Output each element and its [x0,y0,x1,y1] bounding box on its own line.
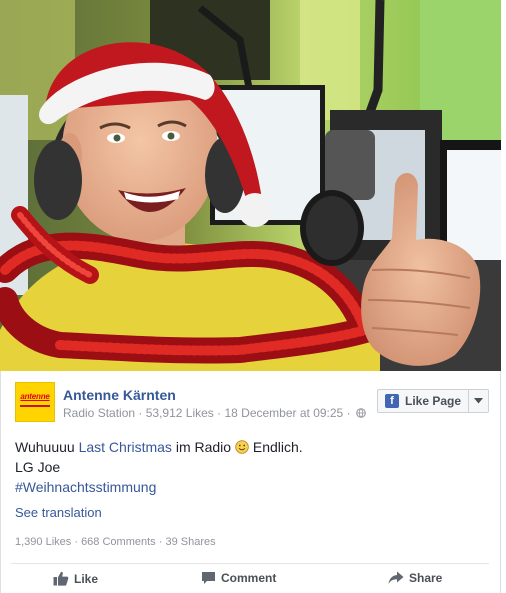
like-button[interactable]: Like [53,571,98,586]
share-arrow-icon [388,571,404,584]
hashtag-link[interactable]: #Weihnachtsstimmung [15,477,303,497]
divider [11,563,489,564]
shares-count[interactable]: 39 Shares [165,536,215,548]
logo-text: antenne [20,392,50,401]
text-segment: Wuhuuuu [15,439,79,455]
logo-underline [20,405,50,407]
post-timestamp[interactable]: 18 December at 09:25 [224,406,343,420]
comments-count[interactable]: 668 Comments [81,536,156,548]
text-segment: im Radio [171,439,235,455]
see-translation-link[interactable]: See translation [15,505,102,520]
last-christmas-link[interactable]: Last Christmas [79,439,172,455]
page-name[interactable]: Antenne Kärnten [63,387,176,403]
post-card: antenne Antenne Kärnten Radio Station · … [0,371,501,593]
page-avatar[interactable]: antenne [15,382,55,422]
post-meta: Radio Station · 53,912 Likes · 18 Decemb… [63,406,366,420]
like-page-button[interactable]: f Like Page [377,389,489,413]
text-segment: Endlich. [248,439,303,455]
likes-count[interactable]: 1,390 Likes [15,536,71,548]
page-likes-count: 53,912 Likes [145,406,214,420]
share-button[interactable]: Share [388,571,442,585]
facebook-icon: f [385,394,399,408]
comment-label: Comment [221,571,277,585]
post-text-line-2: LG Joe [15,459,61,475]
engagement-stats: 1,390 Likes · 668 Comments · 39 Shares [15,536,216,548]
thumbs-up-icon [53,571,69,586]
comment-button[interactable]: Comment [201,571,276,585]
chevron-down-icon[interactable] [468,390,488,412]
post-photo[interactable] [0,0,501,371]
globe-icon [356,408,366,418]
meta-separator: · [138,406,143,420]
share-label: Share [409,571,443,585]
smiley-icon [235,440,249,454]
post-text-line-1: Wuhuuuu Last Christmas im Radio Endlich. [15,437,303,457]
comment-bubble-icon [202,572,215,584]
meta-separator: · [346,406,351,420]
selfie-image [0,0,501,371]
like-label: Like [74,571,99,586]
like-page-label: Like Page [405,394,462,408]
post-text: Wuhuuuu Last Christmas im Radio Endlich.… [15,437,303,497]
action-bar: Like Comment Share [1,571,502,593]
meta-separator: · [217,406,222,420]
page-category: Radio Station [63,406,136,420]
stats-separator: · [74,536,78,548]
stats-separator: · [158,536,163,548]
